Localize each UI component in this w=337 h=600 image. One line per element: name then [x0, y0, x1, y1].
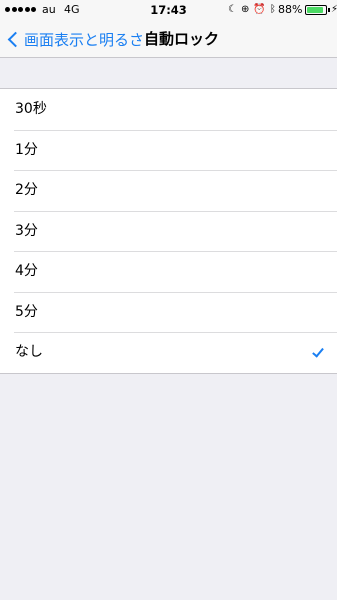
option-row-1min[interactable]: 1分	[0, 129, 337, 171]
checkmark-icon	[312, 345, 324, 358]
chevron-left-icon	[7, 31, 24, 47]
battery-icon	[305, 5, 327, 15]
option-label: 1分	[15, 141, 38, 158]
status-bar: au 4G 17:43 ☾ ⊕ ⏰ ᛒ 88% ⚡	[0, 0, 337, 20]
option-label: 2分	[15, 182, 38, 198]
option-row-3min[interactable]: 3分	[0, 210, 337, 252]
option-label: 3分	[15, 222, 38, 239]
page-title: 自動ロック	[144, 30, 220, 48]
navigation-bar: 画面表示と明るさ 自動ロック	[0, 20, 337, 58]
option-label: 30秒	[15, 101, 47, 117]
option-row-2min[interactable]: 2分	[0, 170, 337, 211]
moon-icon: ☾	[228, 4, 237, 15]
option-row-30s[interactable]: 30秒	[0, 89, 337, 130]
battery-percent: 88%	[278, 3, 303, 16]
battery-tip	[328, 8, 330, 12]
back-label: 画面表示と明るさ	[24, 30, 145, 49]
option-label: 4分	[15, 263, 38, 279]
option-label: なし	[15, 344, 43, 360]
option-row-never[interactable]: なし	[0, 332, 337, 373]
alarm-icon: ⏰	[253, 4, 266, 15]
auto-lock-options-list: 30秒 1分 2分 3分 4分 5分 なし	[0, 88, 337, 374]
option-row-4min[interactable]: 4分	[0, 251, 337, 292]
back-button[interactable]: 画面表示と明るさ	[6, 20, 144, 58]
bluetooth-icon: ᛒ	[269, 4, 276, 15]
option-label: 5分	[15, 303, 38, 320]
option-row-5min[interactable]: 5分	[0, 291, 337, 333]
status-icons: ☾ ⊕ ⏰ ᛒ	[228, 0, 276, 20]
rotation-lock-icon: ⊕	[240, 4, 250, 15]
charging-icon: ⚡	[331, 4, 337, 15]
screen: au 4G 17:43 ☾ ⊕ ⏰ ᛒ 88% ⚡ 画面表示と明るさ 自動ロック…	[0, 0, 337, 600]
